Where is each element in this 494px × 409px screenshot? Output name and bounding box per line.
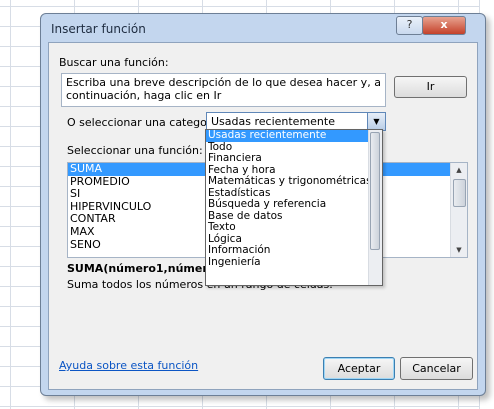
scroll-up-icon[interactable]: ▲ bbox=[451, 163, 467, 177]
category-selected-value: Usadas recientemente bbox=[211, 115, 335, 128]
category-option[interactable]: Texto bbox=[206, 221, 382, 234]
function-list-label: Seleccionar una función: bbox=[67, 144, 203, 157]
category-option[interactable]: Financiera bbox=[206, 152, 382, 165]
dropdown-scrollbar[interactable] bbox=[368, 130, 382, 285]
category-option[interactable]: Usadas recientemente bbox=[206, 130, 382, 142]
search-label: Buscar una función: bbox=[59, 56, 169, 69]
chevron-down-icon[interactable]: ▼ bbox=[367, 113, 385, 130]
title-bar[interactable]: Insertar función ? x bbox=[41, 14, 485, 40]
ok-button-label: Aceptar bbox=[337, 362, 381, 375]
ok-button[interactable]: Aceptar bbox=[323, 357, 395, 380]
help-link[interactable]: Ayuda sobre esta función bbox=[59, 359, 198, 372]
cancel-button[interactable]: Cancelar bbox=[400, 357, 473, 380]
search-input[interactable]: Escriba una breve descripción de lo que … bbox=[61, 73, 386, 107]
category-label: O seleccionar una categoría: bbox=[67, 116, 225, 129]
scroll-down-icon[interactable]: ▼ bbox=[451, 243, 467, 257]
go-button[interactable]: Ir bbox=[394, 76, 467, 98]
function-list-scrollbar[interactable]: ▲ ▼ bbox=[450, 163, 467, 257]
go-button-label: Ir bbox=[426, 80, 435, 93]
question-icon: ? bbox=[406, 18, 413, 31]
category-option[interactable]: Búsqueda y referencia bbox=[206, 198, 382, 211]
category-option[interactable]: Matemáticas y trigonométricas bbox=[206, 175, 382, 188]
category-dropdown[interactable]: Usadas recientemente Todo Financiera Fecha … bbox=[205, 129, 383, 286]
dialog-title: Insertar función bbox=[51, 22, 146, 36]
category-option[interactable]: Ingeniería bbox=[206, 256, 382, 269]
cancel-button-label: Cancelar bbox=[412, 362, 461, 375]
scrollbar-thumb[interactable] bbox=[453, 179, 466, 207]
close-button[interactable]: x bbox=[422, 16, 466, 35]
dropdown-scrollbar-thumb[interactable] bbox=[370, 132, 380, 250]
help-button[interactable]: ? bbox=[396, 16, 423, 35]
close-icon: x bbox=[440, 18, 448, 31]
category-option[interactable]: Información bbox=[206, 244, 382, 257]
